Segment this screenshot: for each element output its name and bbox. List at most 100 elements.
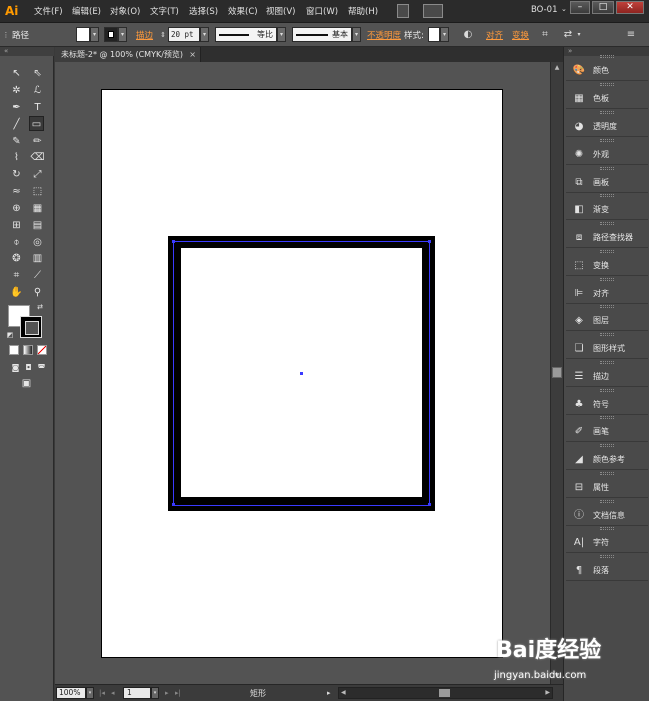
paintbrush-tool-icon[interactable]: ✎ [9, 134, 24, 149]
artboard-dropdown[interactable]: ▾ [151, 687, 159, 699]
stroke-weight-field[interactable]: 20 pt [168, 27, 200, 42]
recolor-artwork-icon[interactable]: ◐ [461, 28, 475, 42]
panel-transform[interactable]: ⬚ 变换 [566, 250, 648, 276]
blend-tool-icon[interactable]: ◎ [30, 235, 45, 250]
maximize-button[interactable]: □ [592, 1, 614, 14]
opacity-link[interactable]: 不透明度 [367, 29, 401, 41]
stroke-swatch[interactable] [20, 316, 42, 338]
close-button[interactable]: ✕ [616, 1, 644, 14]
menu-help[interactable]: 帮助(H) [348, 5, 378, 19]
menu-edit[interactable]: 编辑(E) [72, 5, 101, 19]
menu-view[interactable]: 视图(V) [266, 5, 295, 19]
panel-character[interactable]: A| 字符 [566, 527, 648, 553]
slice-tool-icon[interactable]: ⟋ [30, 268, 45, 283]
hand-tool-icon[interactable]: ✋ [9, 285, 24, 300]
panel-color-guide[interactable]: ◢ 颜色参考 [566, 444, 648, 470]
scroll-left-icon[interactable]: ◀ [341, 688, 346, 698]
first-artboard-icon[interactable]: |◂ [99, 688, 105, 698]
anchor-point-top-left[interactable] [172, 240, 175, 243]
panel-graphic-styles[interactable]: ❏ 图形样式 [566, 333, 648, 359]
vertical-scrollbar[interactable]: ▲ ▼ [550, 62, 563, 684]
panel-pathfinder[interactable]: ⧈ 路径查找器 [566, 222, 648, 248]
none-mode-icon[interactable] [37, 345, 47, 355]
status-menu-icon[interactable]: ▸ [327, 688, 331, 698]
mesh-tool-icon[interactable]: ⊞ [9, 218, 24, 233]
line-tool-icon[interactable]: ╱ [9, 117, 24, 132]
stroke-color-box[interactable] [104, 27, 118, 42]
variable-width-profile[interactable]: 等比 [215, 27, 277, 42]
document-tab[interactable]: 未标题-2* @ 100% (CMYK/预览) × [55, 47, 201, 62]
align-link[interactable]: 对齐 [486, 29, 503, 41]
free-transform-tool-icon[interactable]: ⬚ [30, 184, 45, 199]
gradient-tool-icon[interactable]: ▤ [30, 218, 45, 233]
fill-dropdown[interactable]: ▾ [90, 27, 99, 42]
fill-color-box[interactable] [76, 27, 90, 42]
stroke-dropdown[interactable]: ▾ [118, 27, 127, 42]
scroll-up-icon[interactable]: ▲ [553, 64, 561, 72]
pen-tool-icon[interactable]: ✒ [9, 100, 24, 115]
tools-panel-header[interactable]: « [0, 47, 54, 56]
panel-document-info[interactable]: ⓘ 文档信息 [566, 500, 648, 526]
menu-select[interactable]: 选择(S) [189, 5, 218, 19]
scale-tool-icon[interactable]: ⤢ [30, 167, 45, 182]
screen-mode-icon[interactable]: ▣ [19, 376, 34, 391]
panel-transparency[interactable]: ◕ 透明度 [566, 111, 648, 137]
menu-effect[interactable]: 效果(C) [228, 5, 258, 19]
center-point[interactable] [300, 372, 303, 375]
rotate-tool-icon[interactable]: ↻ [9, 167, 24, 182]
swap-fill-stroke-icon[interactable]: ⇄ [35, 302, 45, 312]
zoom-dropdown[interactable]: ▾ [86, 687, 94, 699]
menu-file[interactable]: 文件(F) [34, 5, 63, 19]
panel-align[interactable]: ⊫ 对齐 [566, 278, 648, 304]
panel-brushes[interactable]: ✐ 画笔 [566, 416, 648, 442]
panel-stroke[interactable]: ☰ 描边 [566, 361, 648, 387]
arrange-documents-icon[interactable] [423, 4, 443, 18]
shape-builder-tool-icon[interactable]: ⊕ [9, 201, 24, 216]
document-tab-close-icon[interactable]: × [189, 47, 196, 62]
panel-appearance[interactable]: ✺ 外观 [566, 139, 648, 165]
color-mode-icon[interactable] [9, 345, 19, 355]
eraser-tool-icon[interactable]: ⌫ [30, 150, 45, 165]
rectangle-tool-icon[interactable]: ▭ [29, 116, 44, 131]
width-tool-icon[interactable]: ≈ [9, 184, 24, 199]
panel-swatches[interactable]: ▦ 色板 [566, 83, 648, 109]
zoom-tool-icon[interactable]: ⚲ [30, 285, 45, 300]
panel-artboards[interactable]: ⧉ 画板 [566, 167, 648, 193]
type-tool-icon[interactable]: T [30, 100, 45, 115]
previous-artboard-icon[interactable]: ◂ [111, 688, 115, 698]
next-artboard-icon[interactable]: ▸ [165, 688, 169, 698]
menu-window[interactable]: 窗口(W) [306, 5, 338, 19]
blob-brush-tool-icon[interactable]: ⌇ [9, 150, 24, 165]
pencil-tool-icon[interactable]: ✏ [30, 134, 45, 149]
anchor-point-top-right[interactable] [428, 240, 431, 243]
column-graph-tool-icon[interactable]: ▥ [30, 251, 45, 266]
last-artboard-icon[interactable]: ▸| [175, 688, 181, 698]
minimize-button[interactable]: – [570, 1, 590, 14]
zoom-field[interactable]: 100% [56, 687, 86, 699]
anchor-point-bottom-right[interactable] [428, 503, 431, 506]
artboard-tool-icon[interactable]: ⌗ [9, 268, 24, 283]
lasso-tool-icon[interactable]: ℒ [30, 83, 45, 98]
select-similar-dropdown-icon[interactable]: ▾ [575, 28, 583, 42]
default-fill-stroke-icon[interactable]: ◩ [5, 330, 15, 340]
isolate-icon[interactable]: ⌗ [538, 28, 552, 42]
stroke-panel-link[interactable]: 描边 [136, 29, 153, 41]
workspace-switcher[interactable]: BO-01 [531, 5, 558, 15]
panel-layers[interactable]: ◈ 图层 [566, 305, 648, 331]
direct-selection-tool-icon[interactable]: ⇖ [30, 66, 45, 81]
gradient-mode-icon[interactable] [23, 345, 33, 355]
workspace-caret-icon[interactable]: ⌄ [561, 5, 567, 13]
stepper-icon[interactable]: ⇕ [159, 28, 167, 42]
graphic-style-dropdown[interactable]: ▾ [440, 27, 449, 42]
panel-gradient[interactable]: ◧ 渐变 [566, 194, 648, 220]
eyedropper-tool-icon[interactable]: ⌽ [9, 235, 24, 250]
selection-tool-icon[interactable]: ↖ [9, 66, 24, 81]
stroke-weight-dropdown[interactable]: ▾ [200, 27, 209, 42]
brush-dropdown[interactable]: ▾ [352, 27, 361, 42]
scroll-right-icon[interactable]: ▶ [545, 688, 550, 698]
panel-color[interactable]: 🎨 颜色 [566, 55, 648, 81]
artboard-number-field[interactable]: 1 [123, 687, 151, 699]
panel-attributes[interactable]: ⊟ 属性 [566, 472, 648, 498]
symbol-sprayer-tool-icon[interactable]: ❂ [9, 251, 24, 266]
panel-menu-icon[interactable]: ≡ [624, 28, 638, 42]
